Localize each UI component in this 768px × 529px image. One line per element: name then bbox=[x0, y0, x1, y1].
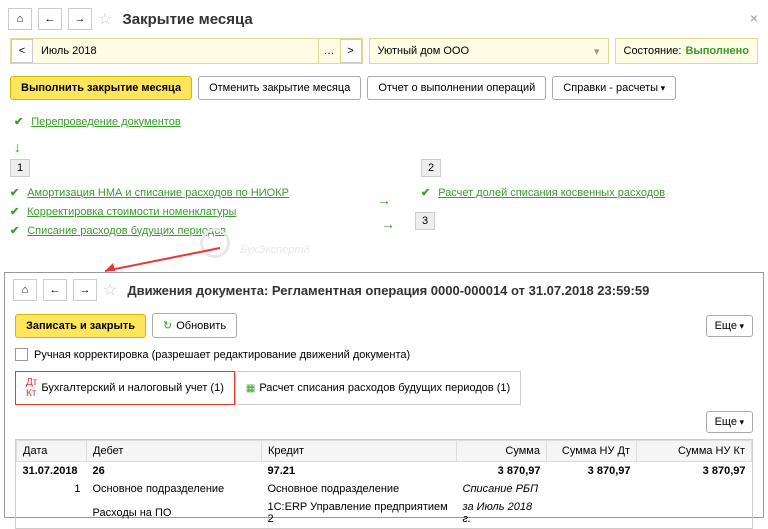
table-icon: ▦ bbox=[246, 383, 255, 394]
refresh-button[interactable]: Обновить bbox=[152, 313, 237, 338]
col-sum-kt[interactable]: Сумма НУ Кт bbox=[637, 441, 752, 462]
cell-n: 1 bbox=[17, 480, 87, 498]
op-link[interactable]: Списание расходов будущих периодов bbox=[27, 225, 226, 237]
table-row[interactable]: 1 Основное подразделение Основное подраз… bbox=[17, 480, 752, 498]
execute-button[interactable]: Выполнить закрытие месяца bbox=[10, 76, 192, 100]
more-button[interactable]: Еще bbox=[706, 315, 753, 337]
period-field[interactable]: Июль 2018 bbox=[33, 45, 318, 57]
check-icon: ✔ bbox=[10, 205, 19, 218]
cell-sum-kt: 3 870,97 bbox=[637, 462, 752, 481]
callout-arrow bbox=[95, 246, 225, 276]
op-link[interactable]: Расчет долей списания косвенных расходов bbox=[438, 187, 665, 199]
cell-credit: 97.21 bbox=[262, 462, 457, 481]
close-icon[interactable]: × bbox=[750, 10, 758, 26]
check-icon: ✔ bbox=[10, 186, 19, 199]
state-label: Состояние: bbox=[624, 45, 682, 57]
col-date[interactable]: Дата bbox=[17, 441, 87, 462]
cell-kt-sub: Основное подразделение bbox=[262, 480, 457, 498]
col-sum[interactable]: Сумма bbox=[457, 441, 547, 462]
cancel-button[interactable]: Отменить закрытие месяца bbox=[198, 76, 361, 100]
arrow-down-icon: ↓ bbox=[14, 139, 754, 155]
manual-edit-label: Ручная корректировка (разрешает редактир… bbox=[34, 349, 410, 361]
entries-table: Дата Дебет Кредит Сумма Сумма НУ Дт Сумм… bbox=[15, 439, 753, 529]
save-close-button[interactable]: Записать и закрыть bbox=[15, 314, 146, 338]
col-credit[interactable]: Кредит bbox=[262, 441, 457, 462]
col-sum-dt[interactable]: Сумма НУ Дт bbox=[547, 441, 637, 462]
report-button[interactable]: Отчет о выполнении операций bbox=[367, 76, 546, 100]
state-value: Выполнено bbox=[685, 45, 749, 57]
next-month-button[interactable]: > bbox=[340, 39, 362, 63]
stage-2-number: 2 bbox=[421, 159, 441, 177]
dropdown-icon: ▾ bbox=[594, 45, 600, 58]
star-icon[interactable]: ☆ bbox=[103, 280, 117, 300]
check-icon: ✔ bbox=[421, 186, 430, 199]
cell-note: Списание РБП bbox=[457, 480, 547, 498]
doc-title: Движения документа: Регламентная операци… bbox=[127, 283, 649, 298]
home-icon[interactable]: ⌂ bbox=[13, 279, 37, 301]
cell-sum: 3 870,97 bbox=[457, 462, 547, 481]
more-button-2[interactable]: Еще bbox=[706, 411, 753, 433]
tab-accounting[interactable]: ДтКт Бухгалтерский и налоговый учет (1) bbox=[15, 371, 235, 405]
check-icon: ✔ bbox=[14, 115, 23, 128]
op-link[interactable]: Амортизация НМА и списание расходов по Н… bbox=[27, 187, 289, 199]
table-row[interactable]: Расходы на ПО 1С:ERP Управление предприя… bbox=[17, 498, 752, 528]
tab-label: Бухгалтерский и налоговый учет (1) bbox=[41, 382, 224, 394]
tab-calc[interactable]: ▦ Расчет списания расходов будущих период… bbox=[235, 371, 521, 405]
forward-icon[interactable]: → bbox=[68, 8, 92, 30]
star-icon[interactable]: ☆ bbox=[98, 9, 112, 29]
col-debit[interactable]: Дебет bbox=[87, 441, 262, 462]
page-title: Закрытие месяца bbox=[122, 11, 252, 28]
org-value: Уютный дом ООО bbox=[378, 45, 470, 57]
stage-3-number: 3 bbox=[415, 212, 435, 230]
forward-icon[interactable]: → bbox=[73, 279, 97, 301]
repost-link[interactable]: Перепроведение документов bbox=[31, 116, 180, 128]
tab-label: Расчет списания расходов будущих периодо… bbox=[259, 382, 510, 394]
accounting-icon: ДтКт bbox=[26, 377, 37, 399]
back-icon[interactable]: ← bbox=[43, 279, 67, 301]
cell-sum-dt: 3 870,97 bbox=[547, 462, 637, 481]
state-display: Состояние: Выполнено bbox=[615, 38, 759, 64]
table-row[interactable]: 31.07.2018 26 97.21 3 870,97 3 870,97 3 … bbox=[17, 462, 752, 481]
cell-note2: за Июль 2018 г. bbox=[457, 498, 547, 528]
cell-date: 31.07.2018 bbox=[17, 462, 87, 481]
back-icon[interactable]: ← bbox=[38, 8, 62, 30]
check-icon: ✔ bbox=[10, 224, 19, 237]
cell-kt-sub2: 1С:ERP Управление предприятием 2 bbox=[262, 498, 457, 528]
cell-dt-sub: Основное подразделение bbox=[87, 480, 262, 498]
prev-month-button[interactable]: < bbox=[11, 39, 33, 63]
cell-debit: 26 bbox=[87, 462, 262, 481]
arrow-right-icon: → bbox=[381, 216, 395, 232]
org-field[interactable]: Уютный дом ООО ▾ bbox=[369, 38, 609, 64]
op-link[interactable]: Корректировка стоимости номенклатуры bbox=[27, 206, 236, 218]
manual-edit-checkbox[interactable] bbox=[15, 348, 28, 361]
period-picker-button[interactable]: … bbox=[318, 39, 340, 63]
references-button[interactable]: Справки - расчеты bbox=[552, 76, 676, 100]
home-icon[interactable]: ⌂ bbox=[8, 8, 32, 30]
stage-1-number: 1 bbox=[10, 159, 30, 177]
cell-dt-sub2: Расходы на ПО bbox=[87, 498, 262, 528]
